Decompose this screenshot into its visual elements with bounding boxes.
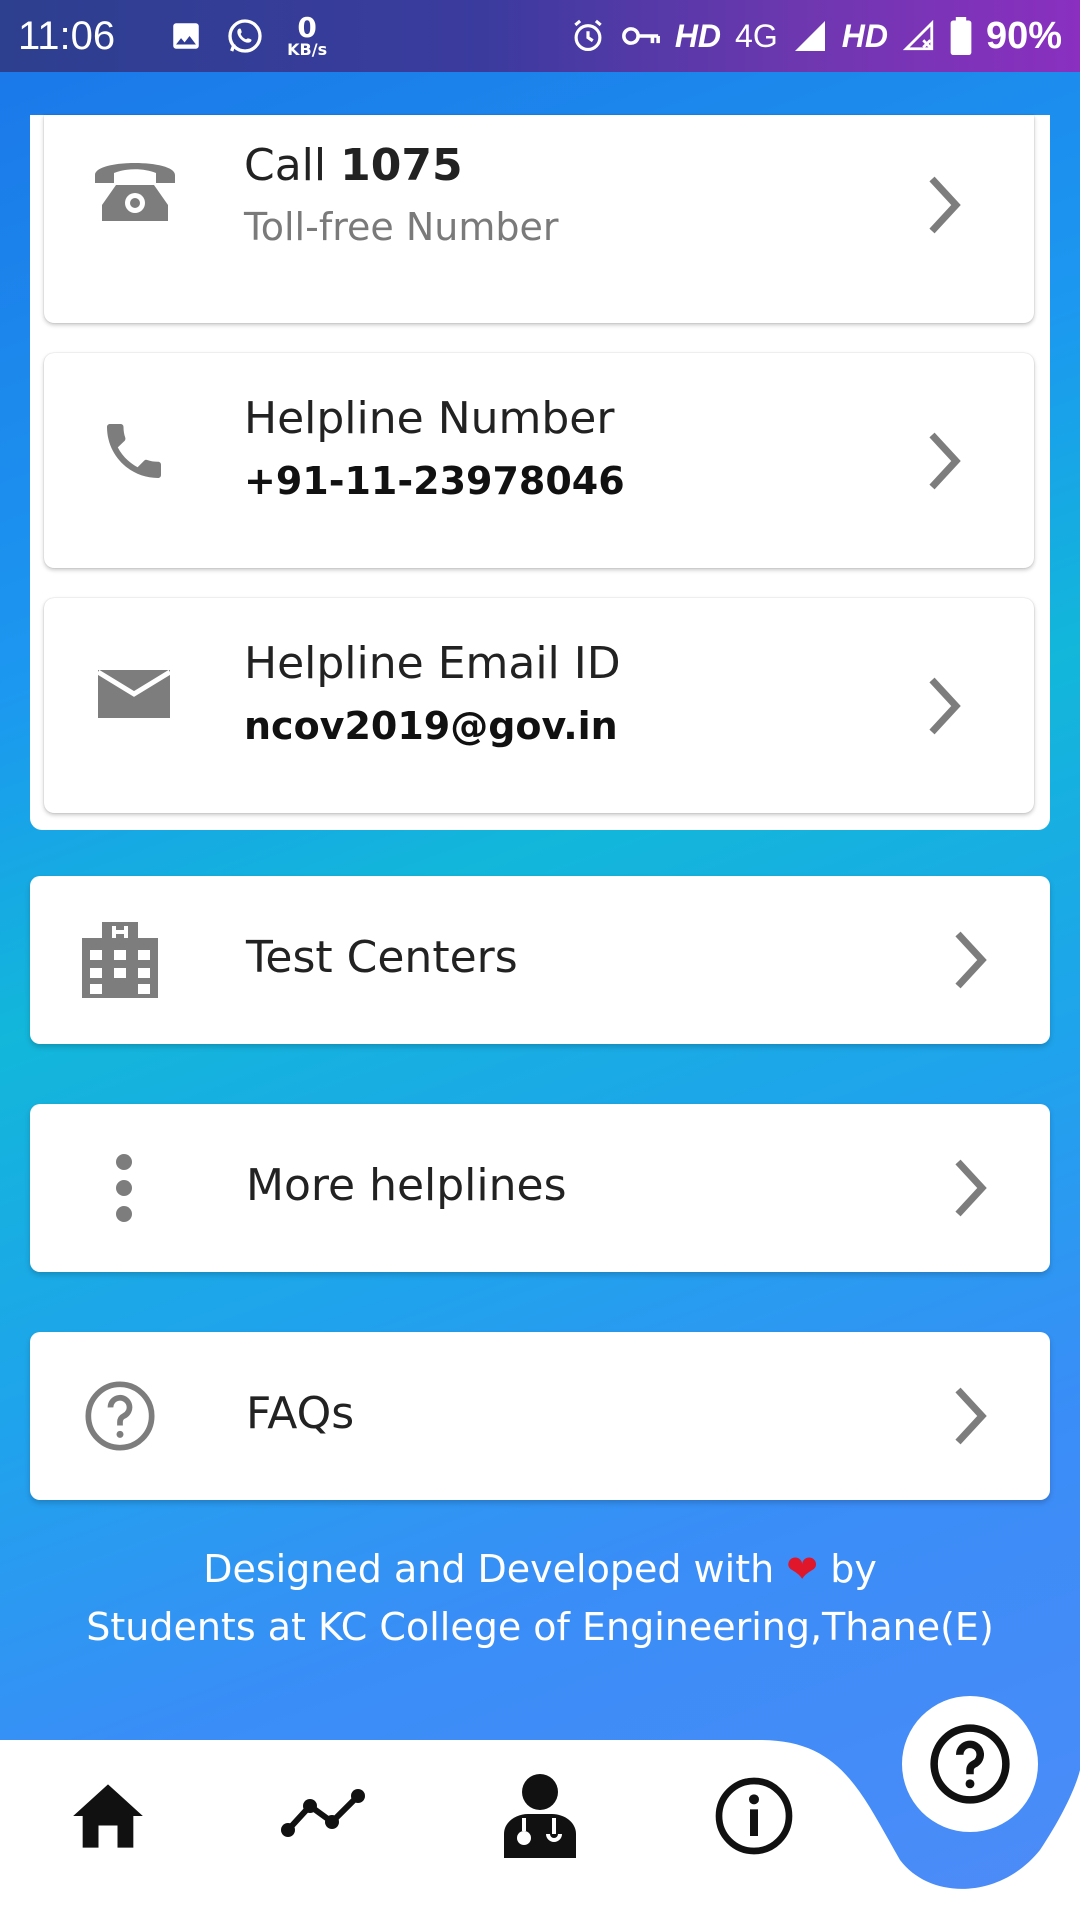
hospital-building-icon [82,922,158,998]
more-helplines-label: More helplines [246,1160,567,1211]
info-icon[interactable] [714,1776,794,1856]
chevron-right-icon [929,677,961,735]
call-subtitle: Toll-free Number [244,205,559,249]
mail-icon [96,669,172,718]
network-speed: 0 KB/s [287,11,328,59]
status-time: 11:06 [18,13,116,58]
hd-label: HD [674,17,722,54]
test-centers-label: Test Centers [246,932,518,983]
bottom-navigation [0,1696,1080,1920]
whatsapp-notification-icon [228,19,262,53]
chevron-right-icon [955,1387,987,1445]
chevron-right-icon [929,432,961,490]
call-number: 1075 [340,140,463,191]
stats-icon[interactable] [280,1786,366,1840]
doctor-icon[interactable] [498,1772,582,1858]
alarm-icon [574,19,602,52]
helpline-email-card[interactable]: Helpline Email ID ncov2019@gov.in [44,598,1034,813]
chevron-right-icon [955,931,987,989]
test-centers-card[interactable]: Test Centers [30,876,1050,1044]
network-type: 4G [735,17,778,54]
faqs-card[interactable]: FAQs [30,1332,1050,1500]
status-bar: 11:06 0 KB/s HD 4G HD 90% [0,0,1080,72]
heart-icon: ❤ [786,1547,819,1591]
vpn-key-icon [621,27,660,45]
signal-no-sim-icon [902,19,934,51]
hd-label-2: HD [841,17,888,54]
faqs-label: FAQs [246,1388,355,1439]
credits-line-1: Designed and Developed with ❤ by [203,1547,877,1591]
call-label: Call 1075 [244,140,463,191]
chevron-right-icon [955,1159,987,1217]
help-icon [930,1724,1010,1804]
email-title: Helpline Email ID [244,638,621,689]
call-toll-free-card[interactable]: Call 1075 Toll-free Number [44,115,1034,323]
chevron-right-icon [929,176,961,234]
battery-percent: 90% [985,14,1062,57]
phone-icon [107,424,161,478]
home-icon[interactable] [70,1780,146,1852]
helpline-value: +91-11-23978046 [244,459,625,503]
battery-icon [950,17,972,55]
email-value: ncov2019@gov.in [244,704,618,748]
more-vertical-icon [116,1154,132,1222]
helpline-title: Helpline Number [244,393,615,444]
more-helplines-card[interactable]: More helplines [30,1104,1050,1272]
credits-line-2: Students at KC College of Engineering,Th… [86,1605,994,1649]
helpline-number-card[interactable]: Helpline Number +91-11-23978046 [44,353,1034,568]
signal-icon [794,21,825,51]
telephone-icon [95,163,175,221]
contact-group-card: Call 1075 Toll-free Number Helpline Numb… [30,115,1050,830]
help-circle-icon [85,1381,155,1451]
help-fab[interactable] [902,1696,1038,1832]
credits-text: Designed and Developed with ❤ by Student… [0,1540,1080,1656]
image-notification-icon [173,23,199,49]
